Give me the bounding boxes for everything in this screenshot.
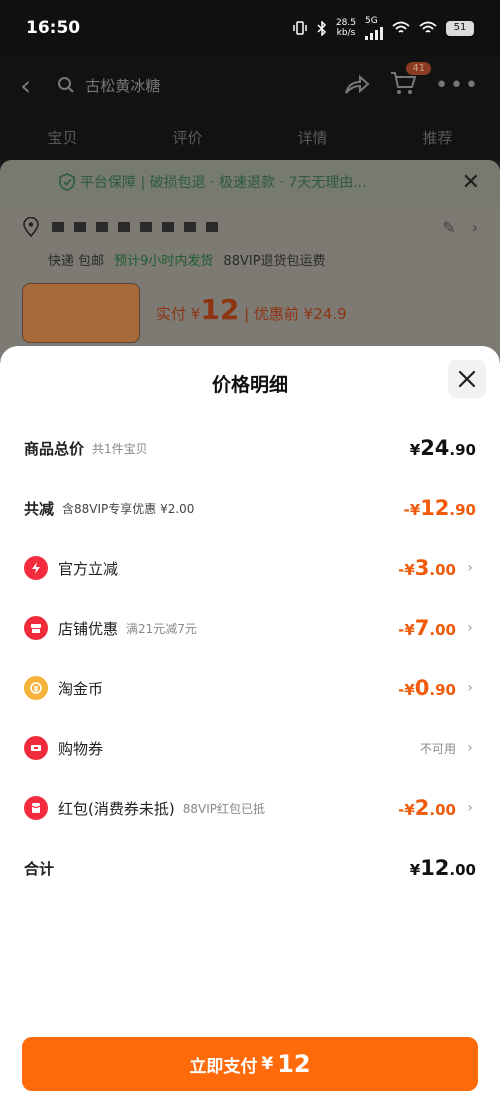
- shield-icon: [59, 173, 75, 191]
- chevron-right-icon: ›: [467, 560, 473, 576]
- red-packet-value: -¥ 2.00: [398, 796, 456, 820]
- paid-price: 实付 ¥12 | 优惠前 ¥24.9: [156, 293, 347, 326]
- goods-total-value: ¥24.90: [409, 436, 476, 460]
- tab-details[interactable]: 详情: [297, 127, 327, 148]
- chevron-right-icon: ›: [467, 620, 473, 636]
- chevron-right-icon[interactable]: ›: [472, 218, 478, 237]
- search-icon: [58, 77, 74, 93]
- red-packet-row[interactable]: 红包(消费券未抵) 88VIP红包已抵 -¥ 2.00 ›: [24, 788, 476, 828]
- official-discount-value: -¥ 3.00: [398, 556, 456, 580]
- total-discount-row: 共减 含88VIP专享优惠 ¥2.00 -¥ 12.90: [24, 496, 476, 520]
- product-summary: 实付 ¥12 | 优惠前 ¥24.9: [0, 269, 500, 343]
- taojinbi-row[interactable]: 淘金币 -¥ 0.90 ›: [24, 668, 476, 708]
- coupon-icon: [24, 736, 48, 760]
- status-indicators: 28.5 kb/s 5G 51: [292, 16, 474, 40]
- search-bar[interactable]: 古松黄冰糖: [57, 75, 160, 96]
- tab-item[interactable]: 宝贝: [47, 127, 77, 148]
- guarantee-banner[interactable]: 平台保障 | 破损包退 · 极速退款 · 7天无理由... ✕: [0, 160, 500, 204]
- close-icon[interactable]: ✕: [462, 170, 480, 195]
- network-speed: 28.5 kb/s: [335, 18, 356, 38]
- wifi-icon: [392, 21, 410, 33]
- masked-address: [52, 222, 218, 232]
- address-row[interactable]: ✎ ›: [0, 204, 500, 250]
- product-thumbnail: [22, 283, 140, 343]
- red-packet-icon: [24, 796, 48, 820]
- product-tabs: 宝贝 评价 详情 推荐: [0, 114, 500, 160]
- cart-badge: 41: [406, 62, 432, 75]
- lightning-icon: [24, 556, 48, 580]
- pay-label: 立即支付: [189, 1056, 258, 1077]
- price-detail-sheet: 价格明细 商品总价 共1件宝贝 ¥24.90 共减 含88VIP专享优惠 ¥2.…: [0, 346, 500, 1111]
- top-nav: ‹ 古松黄冰糖 41 •••: [0, 56, 500, 114]
- chevron-right-icon: ›: [467, 800, 473, 816]
- shipping-info: 快递 包邮 预计9小时内发货 88VIP退货包运费: [48, 254, 326, 269]
- cell-signal: 5G: [365, 16, 383, 40]
- order-sheet-background: 平台保障 | 破损包退 · 极速退款 · 7天无理由... ✕ ✎ › 快递 包邮…: [0, 160, 500, 360]
- official-discount-row[interactable]: 官方立减 -¥ 3.00 ›: [24, 548, 476, 588]
- status-bar: 16:50 28.5 kb/s 5G 51: [0, 0, 500, 56]
- grand-total-value: ¥12.00: [409, 856, 476, 880]
- more-icon[interactable]: •••: [435, 73, 480, 98]
- close-icon: [458, 370, 476, 388]
- pay-now-button[interactable]: 立即支付 ¥12: [22, 1037, 478, 1091]
- status-time: 16:50: [26, 18, 81, 38]
- shopping-voucher-row[interactable]: 购物券 不可用 ›: [24, 728, 476, 768]
- guarantee-text: 平台保障 | 破损包退 · 极速退款 · 7天无理由...: [80, 175, 367, 191]
- wifi-icon-2: [419, 21, 437, 33]
- voucher-status: 不可用: [419, 741, 456, 756]
- shop-discount-row[interactable]: 店铺优惠 满21元减7元 -¥ 7.00 ›: [24, 608, 476, 648]
- coin-icon: [24, 676, 48, 700]
- total-discount-value: -¥ 12.90: [403, 496, 476, 520]
- tab-recommend[interactable]: 推荐: [422, 127, 452, 148]
- location-icon: [23, 217, 39, 237]
- edit-icon[interactable]: ✎: [442, 218, 455, 237]
- search-text: 古松黄冰糖: [85, 76, 161, 95]
- back-icon[interactable]: ‹: [20, 69, 31, 102]
- pay-currency: ¥: [261, 1054, 274, 1074]
- sheet-title: 价格明细: [211, 374, 288, 396]
- tab-reviews[interactable]: 评价: [172, 127, 202, 148]
- chevron-right-icon: ›: [467, 680, 473, 696]
- share-icon[interactable]: [343, 73, 371, 97]
- taojinbi-value: -¥ 0.90: [398, 676, 456, 700]
- shop-icon: [24, 616, 48, 640]
- cart-button[interactable]: 41: [389, 62, 432, 100]
- vibrate-icon: [293, 21, 307, 35]
- chevron-right-icon: ›: [467, 740, 473, 756]
- bluetooth-icon: [317, 20, 327, 36]
- total-goods-row: 商品总价 共1件宝贝 ¥24.90: [24, 436, 476, 460]
- shop-discount-value: -¥ 7.00: [398, 616, 456, 640]
- pay-amount: 12: [277, 1050, 311, 1078]
- close-button[interactable]: [448, 360, 486, 398]
- grand-total-row: 合计 ¥12.00: [24, 856, 476, 880]
- battery-icon: 51: [446, 20, 474, 36]
